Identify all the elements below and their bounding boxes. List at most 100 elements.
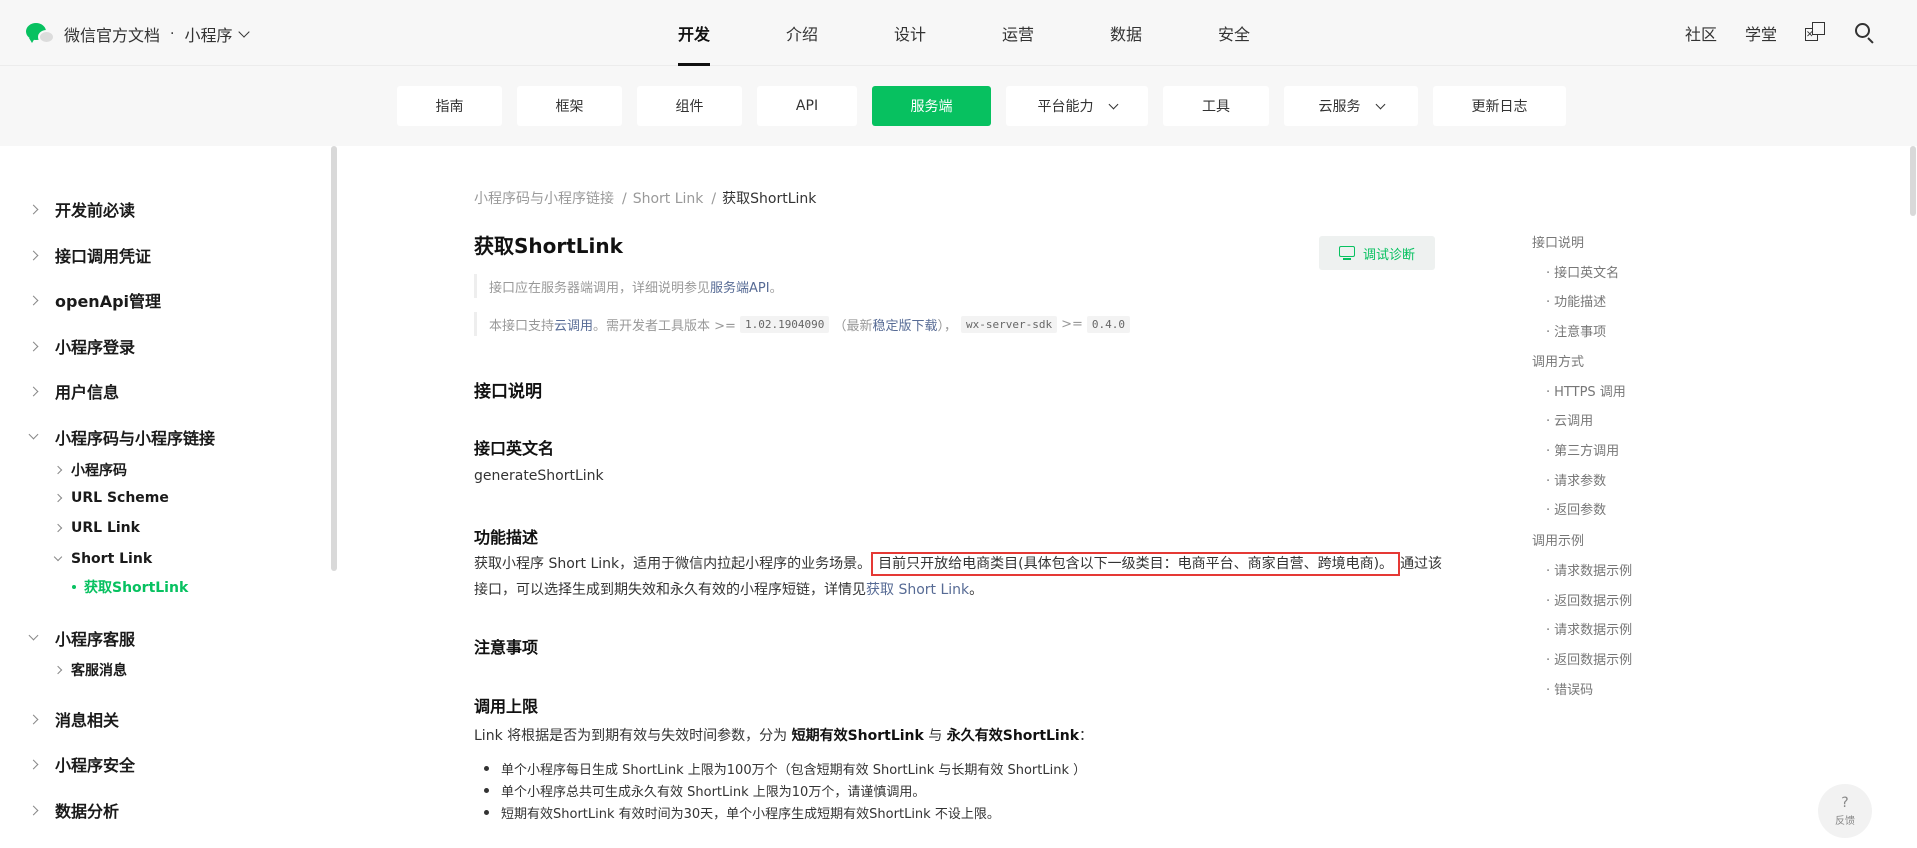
toc-entry[interactable]: 错误码	[1546, 679, 1593, 698]
limit-strong: 永久有效ShortLink	[946, 728, 1080, 744]
sidebar-item-analytics[interactable]: 数据分析	[28, 798, 119, 822]
sidebar-subitem-short-link[interactable]: Short Link	[53, 551, 153, 567]
function-text: 获取小程序 Short Link，适用于微信内拉起小程序的业务场景。	[474, 556, 872, 572]
tab-changelog[interactable]: 更新日志	[1433, 86, 1566, 126]
sidebar-scrollbar[interactable]	[331, 146, 337, 571]
tab-server[interactable]: 服务端	[872, 86, 991, 126]
limit-text: ：	[1079, 728, 1094, 744]
sidebar-subitem-label: Short Link	[71, 551, 153, 567]
main-nav-design[interactable]: 设计	[856, 0, 964, 66]
brand[interactable]: 微信官方文档 · 小程序	[26, 20, 251, 48]
breadcrumb-link[interactable]: Short Link	[633, 191, 704, 207]
search-icon[interactable]	[1853, 21, 1877, 45]
sidebar-item-label: 小程序登录	[55, 338, 136, 357]
bullet-icon	[484, 809, 489, 815]
sidebar-item-label: 消息相关	[55, 711, 120, 730]
main-nav-security[interactable]: 安全	[1180, 0, 1288, 66]
sidebar-item-qrcode-link[interactable]: 小程序码与小程序链接	[28, 425, 216, 449]
function-line-2: 接口，可以选择生成到期失效和永久有效的小程序短链，详情见获取 Short Lin…	[474, 579, 983, 599]
sidebar-leaf-get-shortlink[interactable]: 获取ShortLink	[72, 577, 188, 597]
breadcrumb-current: 获取ShortLink	[722, 191, 817, 207]
debug-diagnose-button[interactable]: 调试诊断	[1319, 236, 1435, 270]
product-switcher[interactable]: 小程序	[184, 22, 251, 46]
toc-entry[interactable]: 接口说明	[1532, 232, 1584, 251]
toc-entry[interactable]: 云调用	[1546, 410, 1593, 429]
tab-framework[interactable]: 框架	[517, 86, 622, 126]
main-nav-intro[interactable]: 介绍	[748, 0, 856, 66]
function-text: 。	[969, 582, 984, 598]
sidebar-item-userinfo[interactable]: 用户信息	[28, 379, 119, 403]
academy-link[interactable]: 学堂	[1745, 21, 1777, 45]
chevron-down-icon	[1108, 99, 1118, 109]
product-switcher-label: 小程序	[184, 26, 233, 45]
tab-tools[interactable]: 工具	[1163, 86, 1269, 126]
sidebar-item-login[interactable]: 小程序登录	[28, 334, 136, 358]
sidebar-item-label: 小程序安全	[55, 756, 136, 775]
limit-list: 单个小程序每日生成 ShortLink 上限为100万个（包含短期有效 Shor…	[474, 757, 1086, 823]
sdk-name-code: wx-server-sdk	[960, 315, 1058, 333]
toc-entry[interactable]: 注意事项	[1546, 321, 1606, 340]
top-header: 微信官方文档 · 小程序 开发 介绍 设计 运营 数据 安全 社区 学堂 ✕	[0, 0, 1917, 66]
breadcrumb: 小程序码与小程序链接 / Short Link / 获取ShortLink	[474, 188, 816, 208]
tab-guide[interactable]: 指南	[397, 86, 502, 126]
list-item: 单个小程序每日生成 ShortLink 上限为100万个（包含短期有效 Shor…	[474, 757, 1086, 779]
wechat-logo-icon	[26, 21, 56, 47]
toc-entry[interactable]: 调用示例	[1532, 530, 1584, 549]
feedback-label: 反馈	[1835, 815, 1855, 827]
chevron-right-icon	[53, 465, 63, 475]
breadcrumb-link[interactable]: 小程序码与小程序链接	[474, 191, 614, 207]
list-item: 短期有效ShortLink 有效时间为30天，单个小程序生成短期有效ShortL…	[474, 801, 1086, 823]
sidebar-item-customer-service[interactable]: 小程序客服	[28, 626, 135, 650]
server-call-tip: 接口应在服务器端调用，详细说明参见 服务端API。	[474, 274, 783, 298]
toc-entry[interactable]: 请求参数	[1546, 470, 1606, 489]
sidebar-item-messages[interactable]: 消息相关	[28, 707, 120, 731]
toc-entry[interactable]: 返回参数	[1546, 499, 1606, 518]
toc-entry[interactable]: 返回数据示例	[1546, 649, 1632, 668]
sidebar-item-openapi[interactable]: openApi管理	[28, 288, 162, 312]
sidebar-subitem-label: 客服消息	[71, 663, 127, 679]
main-nav-data[interactable]: 数据	[1072, 0, 1180, 66]
limit-text: Link 将根据是否为到期有效与失效时间参数，分为	[474, 728, 792, 744]
monitor-icon	[1338, 246, 1355, 260]
page-scrollbar[interactable]	[1910, 146, 1916, 216]
toc-entry[interactable]: 接口英文名	[1546, 262, 1619, 281]
feedback-button[interactable]: ? 反馈	[1818, 784, 1872, 838]
tab-platform[interactable]: 平台能力	[1006, 86, 1148, 126]
sidebar-subitem-url-scheme[interactable]: URL Scheme	[53, 490, 169, 506]
toc-entry[interactable]: 调用方式	[1532, 351, 1584, 370]
list-item-text: 单个小程序每日生成 ShortLink 上限为100万个（包含短期有效 Shor…	[501, 762, 1087, 778]
list-item-text: 短期有效ShortLink 有效时间为30天，单个小程序生成短期有效ShortL…	[501, 806, 1000, 822]
brand-title: 微信官方文档	[64, 26, 161, 45]
sidebar-item-credentials[interactable]: 接口调用凭证	[28, 243, 151, 267]
server-api-link[interactable]: 服务端API	[710, 277, 770, 296]
tip-text: （最新	[833, 318, 873, 334]
sidebar-item-label: openApi管理	[55, 292, 162, 311]
tab-api[interactable]: API	[757, 86, 857, 126]
bullet-icon	[484, 787, 489, 793]
community-link[interactable]: 社区	[1685, 21, 1717, 45]
sidebar-subitem-qrcode[interactable]: 小程序码	[53, 460, 127, 480]
breadcrumb-separator: /	[711, 191, 717, 207]
sidebar-item-label: 小程序码与小程序链接	[55, 429, 216, 448]
main-nav-dev[interactable]: 开发	[640, 0, 748, 66]
toc-entry[interactable]: 功能描述	[1546, 291, 1606, 310]
sidebar-subitem-url-link[interactable]: URL Link	[53, 520, 140, 536]
main-nav-operation[interactable]: 运营	[964, 0, 1072, 66]
toc-entry[interactable]: 请求数据示例	[1546, 619, 1632, 638]
toc-entry[interactable]: 请求数据示例	[1546, 560, 1632, 579]
stable-download-link[interactable]: 稳定版下载	[872, 315, 937, 334]
sidebar-item-before-dev[interactable]: 开发前必读	[28, 197, 135, 221]
highlighted-notice: 目前只开放给电商类目(具体包含以下一级类目：电商平台、商家自营、跨境电商)。	[871, 552, 1401, 576]
toc-entry[interactable]: 第三方调用	[1546, 440, 1619, 459]
tab-components[interactable]: 组件	[637, 86, 742, 126]
qa-icon[interactable]: ✕	[1803, 21, 1827, 45]
tab-cloud[interactable]: 云服务	[1284, 86, 1418, 126]
cloud-call-link[interactable]: 云调用	[554, 315, 593, 334]
get-short-link-link[interactable]: 获取 Short Link	[866, 582, 969, 598]
chevron-down-icon	[1375, 99, 1385, 109]
chevron-right-icon	[53, 493, 63, 503]
sidebar-item-security[interactable]: 小程序安全	[28, 752, 136, 776]
toc-entry[interactable]: HTTPS 调用	[1546, 381, 1626, 400]
toc-entry[interactable]: 返回数据示例	[1546, 590, 1632, 609]
sidebar-subitem-cs-message[interactable]: 客服消息	[53, 660, 127, 680]
